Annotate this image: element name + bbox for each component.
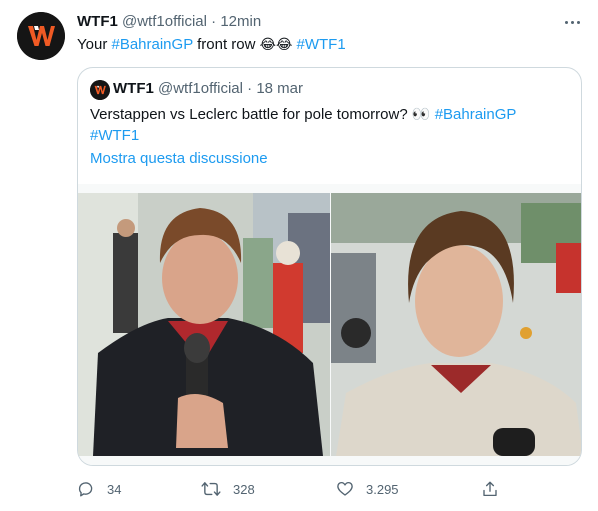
like-button[interactable]: 3.295 — [336, 480, 399, 498]
photo-left[interactable] — [78, 193, 330, 456]
tweet-text-prefix: Your — [77, 36, 112, 53]
author-avatar[interactable] — [17, 12, 65, 60]
driver-photo-right — [331, 193, 581, 456]
quoted-tweet-header: WTF1 @wtf1official · 18 mar — [113, 80, 303, 98]
wtf1-logo-icon — [90, 80, 110, 100]
hashtag-link[interactable]: #WTF1 — [297, 36, 346, 53]
share-icon — [483, 481, 497, 497]
media-gallery — [78, 184, 581, 465]
author-name[interactable]: WTF1 — [77, 13, 118, 30]
reply-icon — [78, 482, 93, 497]
tweet-header: WTF1 @wtf1official · 12min — [77, 13, 261, 31]
hashtag-link[interactable]: #BahrainGP — [435, 106, 517, 123]
tweet-text-middle: front row — [192, 36, 260, 53]
more-options-icon[interactable] — [560, 12, 584, 32]
driver-photo-left — [78, 193, 330, 456]
hashtag-link[interactable]: #WTF1 — [90, 127, 139, 144]
show-thread-link[interactable]: Mostra questa discussione — [90, 149, 268, 169]
author-handle[interactable]: @wtf1official — [122, 13, 207, 30]
quoted-author-handle: @wtf1official — [158, 80, 243, 97]
tweet-text: Your #BahrainGP front row 😂😂 #WTF1 — [77, 35, 346, 55]
reply-button[interactable]: 34 — [77, 480, 121, 498]
wtf1-logo-icon — [17, 12, 65, 60]
quoted-text-body: Verstappen vs Leclerc battle for pole to… — [90, 106, 435, 123]
reply-count: 34 — [107, 481, 122, 497]
like-count: 3.295 — [366, 481, 399, 497]
quoted-tweet-date: 18 mar — [256, 80, 304, 97]
retweet-button[interactable]: 328 — [201, 480, 255, 498]
separator-dot: · — [247, 80, 253, 97]
share-button[interactable] — [481, 480, 499, 498]
quoted-tweet-text: Verstappen vs Leclerc battle for pole to… — [90, 104, 560, 146]
separator-dot: · — [211, 13, 217, 30]
retweet-count: 328 — [233, 481, 255, 497]
tweet-time[interactable]: 12min — [220, 13, 261, 30]
quoted-tweet-card[interactable]: WTF1 @wtf1official · 18 mar Verstappen v… — [77, 67, 582, 466]
laughing-emoji: 😂😂 — [259, 37, 293, 53]
retweet-icon — [201, 482, 221, 496]
quoted-author-name: WTF1 — [113, 80, 154, 97]
hashtag-link[interactable]: #BahrainGP — [111, 36, 192, 53]
heart-icon — [337, 481, 353, 496]
tweet-actions: 34 328 3.295 — [77, 480, 507, 500]
photo-right[interactable] — [331, 193, 581, 456]
quoted-author-avatar — [90, 80, 110, 100]
